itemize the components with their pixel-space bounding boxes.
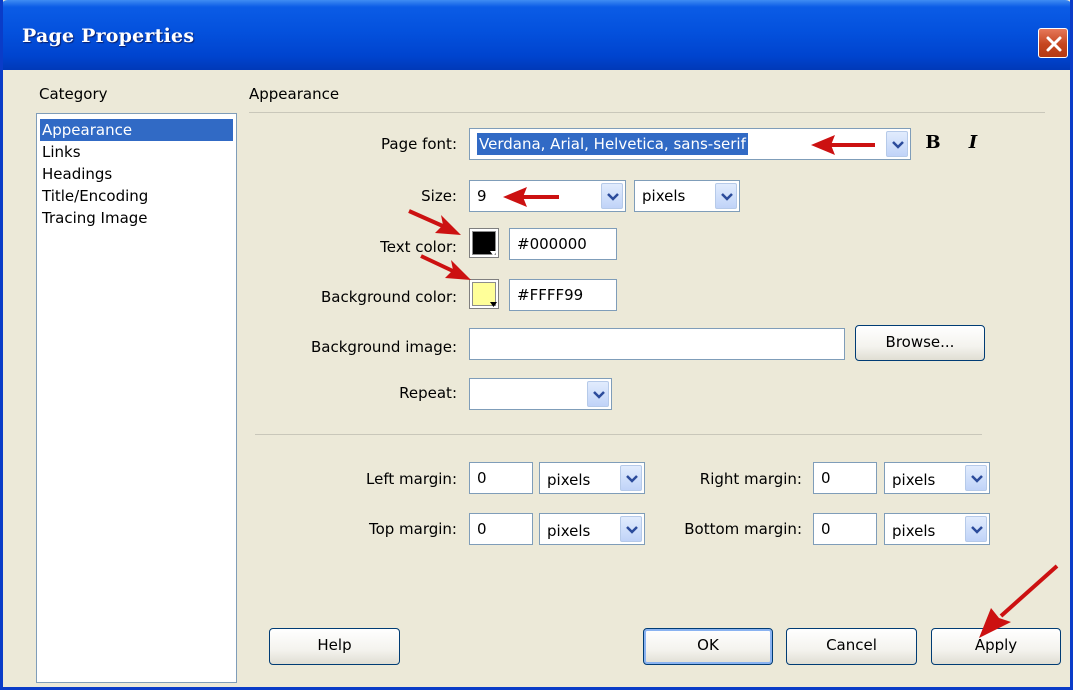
text-color-value: #000000 — [517, 235, 587, 253]
cancel-button[interactable]: Cancel — [786, 628, 917, 665]
repeat-select[interactable] — [469, 378, 612, 410]
title-bar: Page Properties — [3, 0, 1070, 70]
background-color-picker[interactable] — [469, 279, 499, 309]
text-color-input[interactable]: #000000 — [509, 228, 617, 260]
page-font-label: Page font: — [381, 135, 457, 153]
annotation-arrow-icon — [420, 254, 471, 280]
bottom-margin-label: Bottom margin: — [684, 520, 802, 538]
section-divider — [249, 112, 1045, 113]
size-unit-select[interactable]: pixels — [634, 180, 740, 212]
category-list[interactable]: Appearance Links Headings Title/Encoding… — [36, 113, 237, 683]
chevron-down-icon[interactable] — [886, 131, 908, 157]
ok-button[interactable]: OK — [643, 628, 773, 665]
size-value: 9 — [477, 187, 487, 205]
chevron-down-icon[interactable] — [965, 516, 987, 542]
right-margin-unit-select[interactable]: pixels — [884, 462, 990, 494]
category-item-headings[interactable]: Headings — [40, 163, 233, 185]
left-margin-unit: pixels — [547, 471, 591, 489]
help-button[interactable]: Help — [269, 628, 400, 665]
page-properties-dialog: Page Properties Category Appearance Link… — [0, 0, 1073, 690]
top-margin-unit: pixels — [547, 522, 591, 540]
category-item-appearance[interactable]: Appearance — [40, 119, 233, 141]
close-icon — [1046, 36, 1062, 52]
size-label: Size: — [421, 187, 457, 205]
text-color-picker[interactable] — [469, 228, 499, 258]
annotation-arrow-icon — [503, 187, 559, 207]
top-margin-value: 0 — [477, 520, 487, 538]
background-color-label: Background color: — [321, 288, 457, 306]
category-item-tracing-image[interactable]: Tracing Image — [40, 207, 233, 229]
bold-button[interactable]: B — [918, 128, 948, 158]
category-heading: Category — [39, 85, 108, 103]
chevron-down-icon[interactable] — [965, 465, 987, 491]
bottom-margin-input[interactable]: 0 — [813, 513, 877, 545]
close-button[interactable] — [1038, 28, 1068, 58]
page-font-value: Verdana, Arial, Helvetica, sans-serif — [477, 133, 748, 155]
annotation-arrow-icon — [811, 135, 875, 155]
dialog-title: Page Properties — [22, 25, 195, 47]
right-margin-label: Right margin: — [699, 470, 802, 488]
section-title: Appearance — [249, 85, 340, 103]
chevron-down-icon[interactable] — [620, 465, 642, 491]
left-margin-unit-select[interactable]: pixels — [539, 462, 645, 494]
chevron-down-icon[interactable] — [587, 381, 609, 407]
size-unit-value: pixels — [642, 187, 686, 205]
background-image-label: Background image: — [310, 338, 457, 356]
annotation-arrow-icon — [979, 564, 1059, 638]
left-margin-value: 0 — [477, 469, 487, 487]
bottom-margin-unit: pixels — [892, 522, 936, 540]
bottom-margin-unit-select[interactable]: pixels — [884, 513, 990, 545]
top-margin-input[interactable]: 0 — [469, 513, 533, 545]
background-color-input[interactable]: #FFFF99 — [509, 279, 617, 311]
chevron-down-icon[interactable] — [620, 516, 642, 542]
left-margin-input[interactable]: 0 — [469, 462, 533, 494]
top-margin-unit-select[interactable]: pixels — [539, 513, 645, 545]
left-margin-label: Left margin: — [366, 470, 457, 488]
caret-down-icon — [490, 302, 497, 307]
right-margin-value: 0 — [821, 469, 831, 487]
background-image-input[interactable] — [469, 328, 845, 360]
chevron-down-icon[interactable] — [715, 183, 737, 209]
category-item-title-encoding[interactable]: Title/Encoding — [40, 185, 233, 207]
browse-button[interactable]: Browse... — [855, 325, 985, 361]
right-margin-unit: pixels — [892, 471, 936, 489]
chevron-down-icon[interactable] — [601, 183, 623, 209]
repeat-label: Repeat: — [399, 384, 457, 402]
bottom-margin-value: 0 — [821, 520, 831, 538]
caret-down-icon — [490, 251, 497, 256]
category-item-links[interactable]: Links — [40, 141, 233, 163]
background-color-value: #FFFF99 — [517, 286, 584, 304]
annotation-arrow-icon — [408, 209, 461, 235]
italic-button[interactable]: I — [958, 128, 988, 158]
right-margin-input[interactable]: 0 — [813, 462, 877, 494]
top-margin-label: Top margin: — [368, 520, 457, 538]
margins-divider — [255, 434, 982, 435]
